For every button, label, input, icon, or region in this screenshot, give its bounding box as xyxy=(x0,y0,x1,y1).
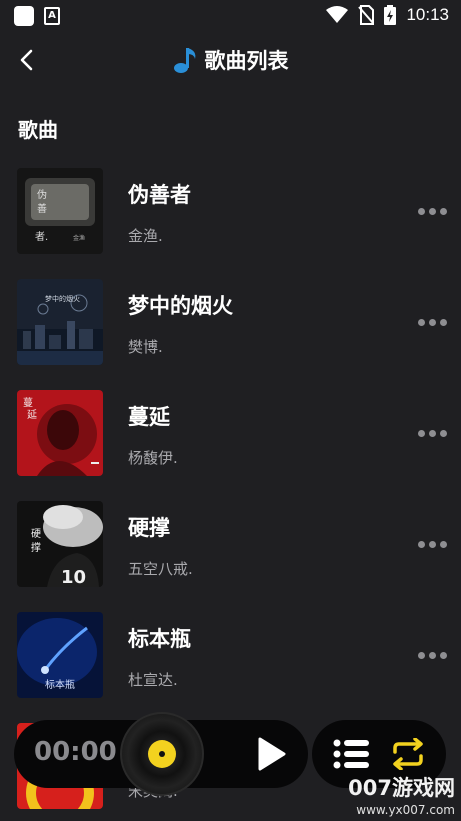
list-icon xyxy=(333,739,369,769)
svg-text:撑: 撑 xyxy=(31,541,41,554)
header: 歌曲列表 xyxy=(0,36,461,84)
watermark-url: www.yx007.com xyxy=(356,803,455,817)
battery-charging-icon xyxy=(384,5,397,25)
song-title: 梦中的烟火 xyxy=(128,294,233,318)
status-bar: A 10:13 xyxy=(0,0,461,32)
svg-text:蔓: 蔓 xyxy=(23,396,33,409)
dot xyxy=(439,429,447,437)
album-cover: 梦中的烟火 xyxy=(17,279,103,365)
album-cover: 伪善者. 金渔 xyxy=(17,168,103,254)
album-cover: 10 硬撑 xyxy=(17,501,103,587)
svg-text:者.: 者. xyxy=(35,231,48,243)
song-artist: 杜宣达. xyxy=(128,671,178,689)
album-cover: 标本瓶 xyxy=(17,612,103,698)
more-options-button[interactable] xyxy=(414,426,450,440)
song-title: 伪善者 xyxy=(128,183,191,207)
song-row[interactable]: 梦中的烟火 梦中的烟火 樊博. xyxy=(0,277,461,388)
svg-text:金渔: 金渔 xyxy=(73,234,85,242)
keyboard-notification-icon: A xyxy=(44,7,60,25)
more-options-button[interactable] xyxy=(414,648,450,662)
app-notification-icon xyxy=(14,6,34,26)
dot xyxy=(439,318,447,326)
wifi-icon xyxy=(326,6,349,23)
play-icon xyxy=(258,737,286,771)
title-wrap: 歌曲列表 xyxy=(0,45,461,75)
disc-hole xyxy=(159,751,165,757)
song-row[interactable]: 标本瓶 标本瓶 杜宣达. xyxy=(0,610,461,721)
dot xyxy=(417,207,425,215)
album-cover: 蔓延 xyxy=(17,390,103,476)
watermark-brand: 007游戏网 xyxy=(348,776,455,800)
svg-text:10: 10 xyxy=(61,567,86,587)
playlist-button[interactable] xyxy=(331,734,371,774)
song-artist: 金渔. xyxy=(128,227,163,245)
dot xyxy=(428,207,436,215)
vinyl-disc-icon[interactable] xyxy=(120,712,204,796)
status-time: 10:13 xyxy=(406,5,449,24)
svg-text:善: 善 xyxy=(37,202,47,215)
svg-text:标本瓶: 标本瓶 xyxy=(45,678,75,691)
song-row[interactable]: 蔓延 蔓延 杨馥伊. xyxy=(0,388,461,499)
dot xyxy=(428,540,436,548)
svg-text:梦中的烟火: 梦中的烟火 xyxy=(45,294,80,303)
dot xyxy=(417,540,425,548)
dot xyxy=(428,651,436,659)
song-title: 标本瓶 xyxy=(128,627,191,651)
dot xyxy=(417,429,425,437)
more-options-button[interactable] xyxy=(414,537,450,551)
more-options-button[interactable] xyxy=(414,315,450,329)
play-button[interactable] xyxy=(252,736,288,772)
mini-player[interactable]: 00:00 xyxy=(14,712,308,796)
dot xyxy=(417,651,425,659)
repeat-button[interactable] xyxy=(388,734,428,774)
song-title: 硬撑 xyxy=(128,516,170,540)
dot xyxy=(417,318,425,326)
svg-text:硬: 硬 xyxy=(31,528,41,540)
dot xyxy=(428,318,436,326)
song-row[interactable]: 伪善者. 金渔 伪善者 金渔. xyxy=(0,166,461,277)
song-artist: 杨馥伊. xyxy=(128,449,178,467)
disc-label xyxy=(148,740,176,768)
song-row[interactable]: 10 硬撑 硬撑 五空八戒. xyxy=(0,499,461,610)
more-options-button[interactable] xyxy=(414,204,450,218)
repeat-icon xyxy=(392,738,423,770)
dot xyxy=(439,540,447,548)
section-label: 歌曲 xyxy=(18,118,58,142)
dot xyxy=(439,651,447,659)
dot xyxy=(439,207,447,215)
music-note-icon xyxy=(173,48,195,73)
play-time: 00:00 xyxy=(34,737,117,767)
song-title: 蔓延 xyxy=(128,405,170,429)
dot xyxy=(428,429,436,437)
svg-text:延: 延 xyxy=(27,409,37,421)
page-title: 歌曲列表 xyxy=(204,49,289,73)
svg-text:伪: 伪 xyxy=(37,189,47,201)
no-sim-icon xyxy=(358,5,375,25)
song-artist: 樊博. xyxy=(128,338,163,356)
watermark: 007游戏网 www.yx007.com xyxy=(348,772,455,817)
song-artist: 五空八戒. xyxy=(128,560,193,578)
